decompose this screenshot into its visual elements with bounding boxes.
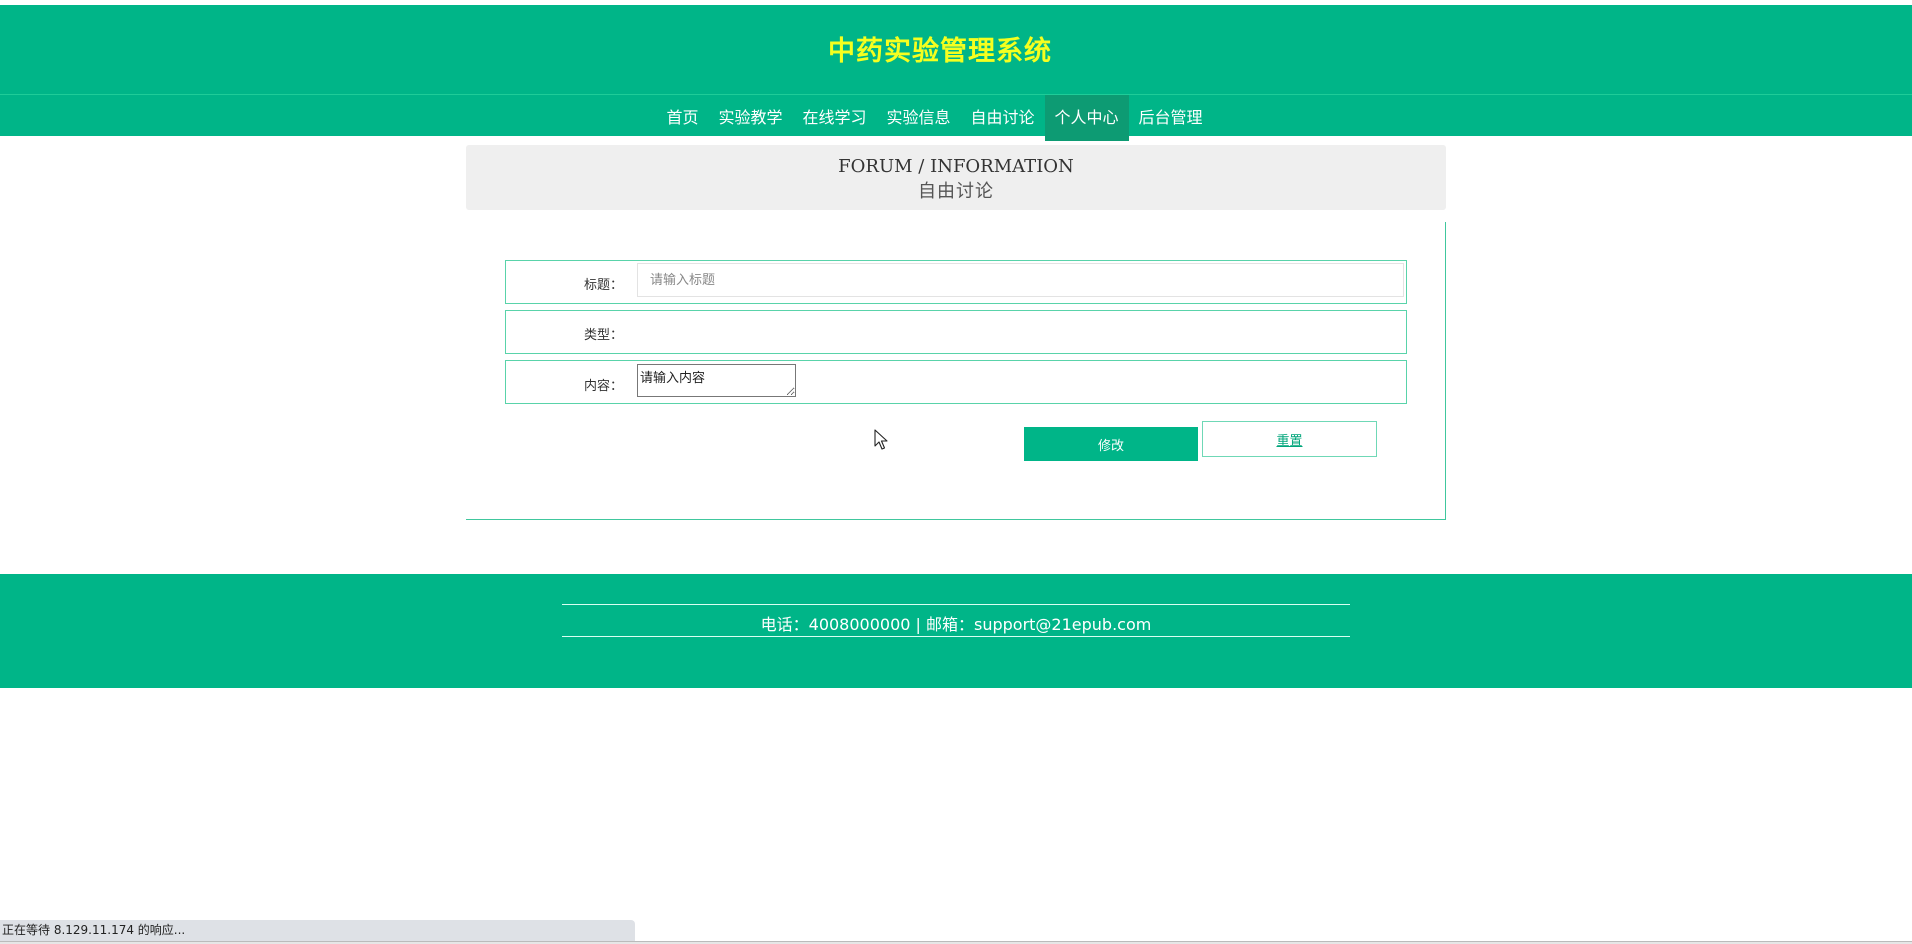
nav-item-experiment-teaching[interactable]: 实验教学 — [708, 95, 792, 141]
modify-button[interactable]: 修改 — [1024, 427, 1198, 461]
form-row-type: 类型： — [505, 310, 1407, 354]
mouse-cursor-icon — [874, 429, 888, 450]
browser-status-bar: 正在等待 8.129.11.174 的响应... — [0, 920, 635, 941]
main-nav: 首页 实验教学 在线学习 实验信息 自由讨论 个人中心 后台管理 — [0, 95, 1912, 141]
site-header: 中药实验管理系统 首页 实验教学 在线学习 实验信息 自由讨论 个人中心 后台管… — [0, 5, 1912, 141]
title-input[interactable] — [637, 263, 1404, 297]
nav-item-admin[interactable]: 后台管理 — [1129, 95, 1213, 141]
title-label: 标题： — [583, 278, 623, 293]
form-row-title: 标题： — [505, 260, 1407, 304]
nav-item-experiment-info[interactable]: 实验信息 — [876, 95, 960, 141]
reset-button[interactable]: 重置 — [1202, 421, 1377, 457]
section-heading: FORUM / INFORMATION 自由讨论 — [466, 145, 1446, 210]
nav-item-forum[interactable]: 自由讨论 — [961, 95, 1045, 141]
form-row-content: 内容： — [505, 360, 1407, 404]
footer-divider-top — [562, 604, 1350, 605]
footer-contact: 电话：4008000000 | 邮箱：support@21epub.com — [760, 615, 1152, 634]
type-label: 类型： — [583, 328, 623, 343]
site-footer: 电话：4008000000 | 邮箱：support@21epub.com — [0, 574, 1912, 688]
content-textarea[interactable] — [637, 364, 796, 397]
footer-divider-bottom — [562, 636, 1350, 637]
section-title-cn: 自由讨论 — [918, 181, 994, 202]
content-label: 内容： — [583, 379, 623, 394]
nav-item-online-learning[interactable]: 在线学习 — [792, 95, 876, 141]
site-title: 中药实验管理系统 — [828, 36, 1052, 67]
main-nav-list: 首页 实验教学 在线学习 实验信息 自由讨论 个人中心 后台管理 — [656, 95, 1212, 141]
section-title-en: FORUM / INFORMATION — [838, 156, 1074, 177]
nav-item-personal-center[interactable]: 个人中心 — [1044, 95, 1129, 141]
nav-item-home[interactable]: 首页 — [656, 95, 708, 141]
